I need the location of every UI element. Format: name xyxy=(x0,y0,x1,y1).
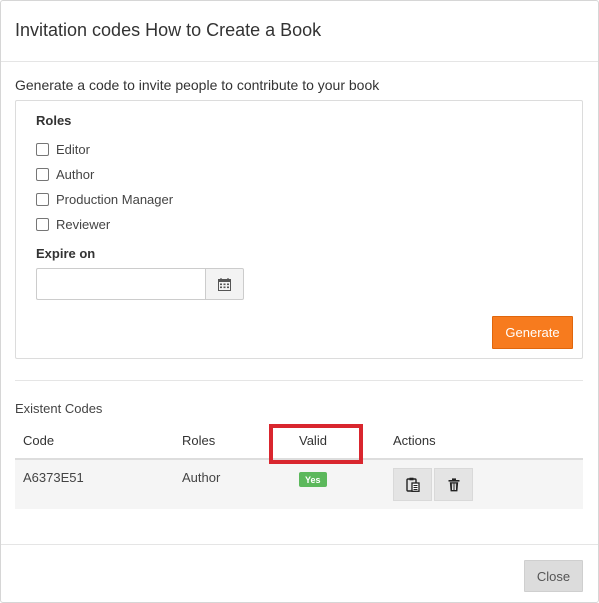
close-button[interactable]: Close xyxy=(524,560,583,592)
production-manager-checkbox[interactable] xyxy=(36,192,49,206)
section-divider xyxy=(15,380,583,381)
role-option-editor[interactable]: Editor xyxy=(36,140,90,158)
expire-label: Expire on xyxy=(36,246,96,261)
calendar-icon xyxy=(218,277,231,291)
table-row: A6373E51 Author Yes xyxy=(15,460,583,509)
copy-code-button[interactable] xyxy=(393,468,432,501)
valid-column-highlight xyxy=(269,424,363,464)
trash-icon xyxy=(448,477,459,491)
calendar-button[interactable] xyxy=(205,268,244,300)
roles-label: Roles xyxy=(36,113,72,128)
intro-text: Generate a code to invite people to cont… xyxy=(15,77,380,93)
roles-cell: Author xyxy=(182,470,221,485)
role-option-author[interactable]: Author xyxy=(36,165,94,183)
role-label: Reviewer xyxy=(56,216,111,232)
code-cell: A6373E51 xyxy=(23,470,84,485)
footer-divider xyxy=(1,544,598,545)
role-option-production-manager[interactable]: Production Manager xyxy=(36,190,173,208)
column-header-roles: Roles xyxy=(182,433,216,448)
role-label: Author xyxy=(56,166,95,182)
valid-badge: Yes xyxy=(299,472,327,487)
column-header-actions: Actions xyxy=(393,433,436,448)
expire-date-input[interactable] xyxy=(36,268,206,300)
role-option-reviewer[interactable]: Reviewer xyxy=(36,215,110,233)
clipboard-icon xyxy=(405,477,420,492)
generate-code-panel: Roles Editor Author Production Manager R… xyxy=(15,100,583,359)
invitation-codes-modal: Invitation codes How to Create a Book Ge… xyxy=(0,0,599,603)
editor-checkbox[interactable] xyxy=(36,142,49,156)
generate-button[interactable]: Generate xyxy=(492,316,573,349)
author-checkbox[interactable] xyxy=(36,167,49,181)
existent-codes-title: Existent Codes xyxy=(15,401,103,416)
column-header-code: Code xyxy=(23,433,55,448)
role-label: Editor xyxy=(56,141,90,157)
modal-title: Invitation codes How to Create a Book xyxy=(15,20,322,40)
reviewer-checkbox[interactable] xyxy=(36,217,49,231)
modal-header: Invitation codes How to Create a Book xyxy=(1,1,598,62)
role-label: Production Manager xyxy=(56,191,174,207)
delete-code-button[interactable] xyxy=(434,468,473,501)
